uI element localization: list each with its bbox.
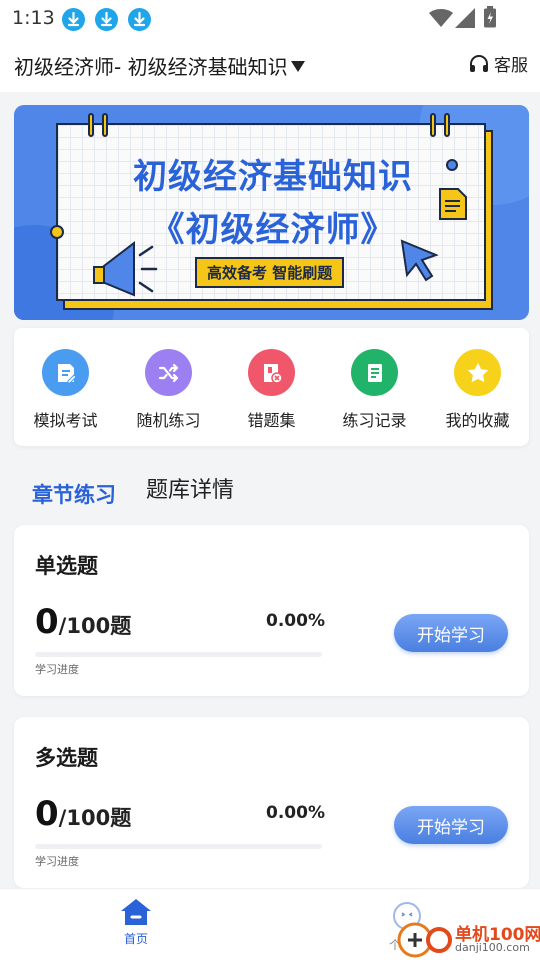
banner-dot [50, 225, 64, 239]
count-unit: 题 [110, 806, 132, 830]
record-icon [351, 349, 398, 396]
quick-menu: 模拟考试 随机练习 错题集 练习记录 我的收藏 [14, 328, 529, 446]
exam-doc-icon [42, 349, 89, 396]
binder-clip-icon [102, 113, 108, 137]
progress-bar [35, 844, 322, 849]
banner-card: 初级经济基础知识 《初级经济师》 高效备考 智能刷题 [50, 113, 486, 301]
status-time: 1:13 [12, 7, 55, 29]
count-separator: / [58, 806, 67, 830]
tab-chapter-practice[interactable]: 章节练习 [32, 479, 116, 509]
start-learning-button[interactable]: 开始学习 [394, 614, 508, 652]
download-notification-icon [128, 8, 151, 31]
quick-menu-practice-record[interactable]: 练习记录 [323, 328, 426, 446]
quick-menu-favorites[interactable]: 我的收藏 [426, 328, 529, 446]
download-notification-icon [95, 8, 118, 31]
quick-menu-random-practice[interactable]: 随机练习 [117, 328, 220, 446]
count-done: 0 [35, 602, 59, 642]
banner-title: 初级经济基础知识 [133, 157, 413, 197]
count-unit: 题 [110, 614, 132, 638]
quick-menu-label: 错题集 [247, 411, 296, 430]
count-total: 100 [66, 614, 111, 638]
watermark-url: danji100.com [455, 941, 530, 954]
headset-icon [470, 54, 488, 72]
count-done: 0 [35, 794, 59, 834]
quick-menu-label: 我的收藏 [445, 411, 510, 430]
wrong-questions-icon [248, 349, 295, 396]
card-title: 多选题 [35, 746, 98, 770]
progress-bar [35, 652, 322, 657]
megaphone-icon [93, 240, 158, 297]
cursor-arrow-icon [400, 239, 439, 282]
progress-label: 学习进度 [35, 855, 79, 868]
quick-menu-mock-exam[interactable]: 模拟考试 [14, 328, 117, 446]
count-total: 100 [66, 806, 111, 830]
quick-menu-label: 模拟考试 [33, 411, 98, 430]
promo-banner[interactable]: 初级经济基础知识 《初级经济师》 高效备考 智能刷题 [14, 105, 529, 320]
quick-menu-label: 练习记录 [342, 411, 407, 430]
site-watermark: 单机100网 danji100.com [391, 916, 540, 960]
course-selector[interactable]: 初级经济师- 初级经济基础知识 [14, 51, 305, 80]
progress-percent: 0.00% [266, 611, 325, 631]
battery-icon [484, 6, 496, 28]
banner-dot [446, 159, 458, 171]
shuffle-icon [145, 349, 192, 396]
nav-home-label: 首页 [123, 932, 148, 946]
customer-service-label: 客服 [494, 56, 528, 76]
customer-service-button[interactable]: 客服 [468, 51, 528, 76]
quick-menu-label: 随机练习 [136, 411, 201, 430]
binder-clip-icon [88, 113, 94, 137]
question-count: 0 / 100 题 [35, 794, 131, 834]
question-count: 0 / 100 题 [35, 602, 131, 642]
home-icon [121, 899, 151, 925]
document-icon [439, 188, 467, 220]
practice-card-single-choice: 单选题 0 / 100 题 0.00% 学习进度 开始学习 [14, 525, 529, 696]
card-title: 单选题 [35, 554, 98, 578]
star-icon [454, 349, 501, 396]
nav-home[interactable]: 首页 [107, 897, 165, 947]
download-notification-icon [62, 8, 85, 31]
count-separator: / [58, 614, 67, 638]
binder-clip-icon [444, 113, 450, 137]
caret-down-icon [290, 61, 305, 72]
status-bar: 1:13 [0, 0, 540, 38]
tab-question-bank-details[interactable]: 题库详情 [146, 472, 234, 504]
progress-percent: 0.00% [266, 803, 325, 823]
practice-card-multiple-choice: 多选题 0 / 100 题 0.00% 学习进度 开始学习 [14, 717, 529, 888]
start-learning-button[interactable]: 开始学习 [394, 806, 508, 844]
watermark-logo-icon [397, 922, 452, 958]
signal-icon [455, 8, 475, 28]
binder-clip-icon [430, 113, 436, 137]
quick-menu-wrong-questions[interactable]: 错题集 [220, 328, 323, 446]
page-title: 初级经济师- 初级经济基础知识 [14, 55, 288, 79]
wifi-icon [429, 9, 453, 27]
banner-tag: 高效备考 智能刷题 [195, 257, 345, 288]
progress-label: 学习进度 [35, 663, 79, 676]
header: 初级经济师- 初级经济基础知识 客服 [0, 38, 540, 92]
